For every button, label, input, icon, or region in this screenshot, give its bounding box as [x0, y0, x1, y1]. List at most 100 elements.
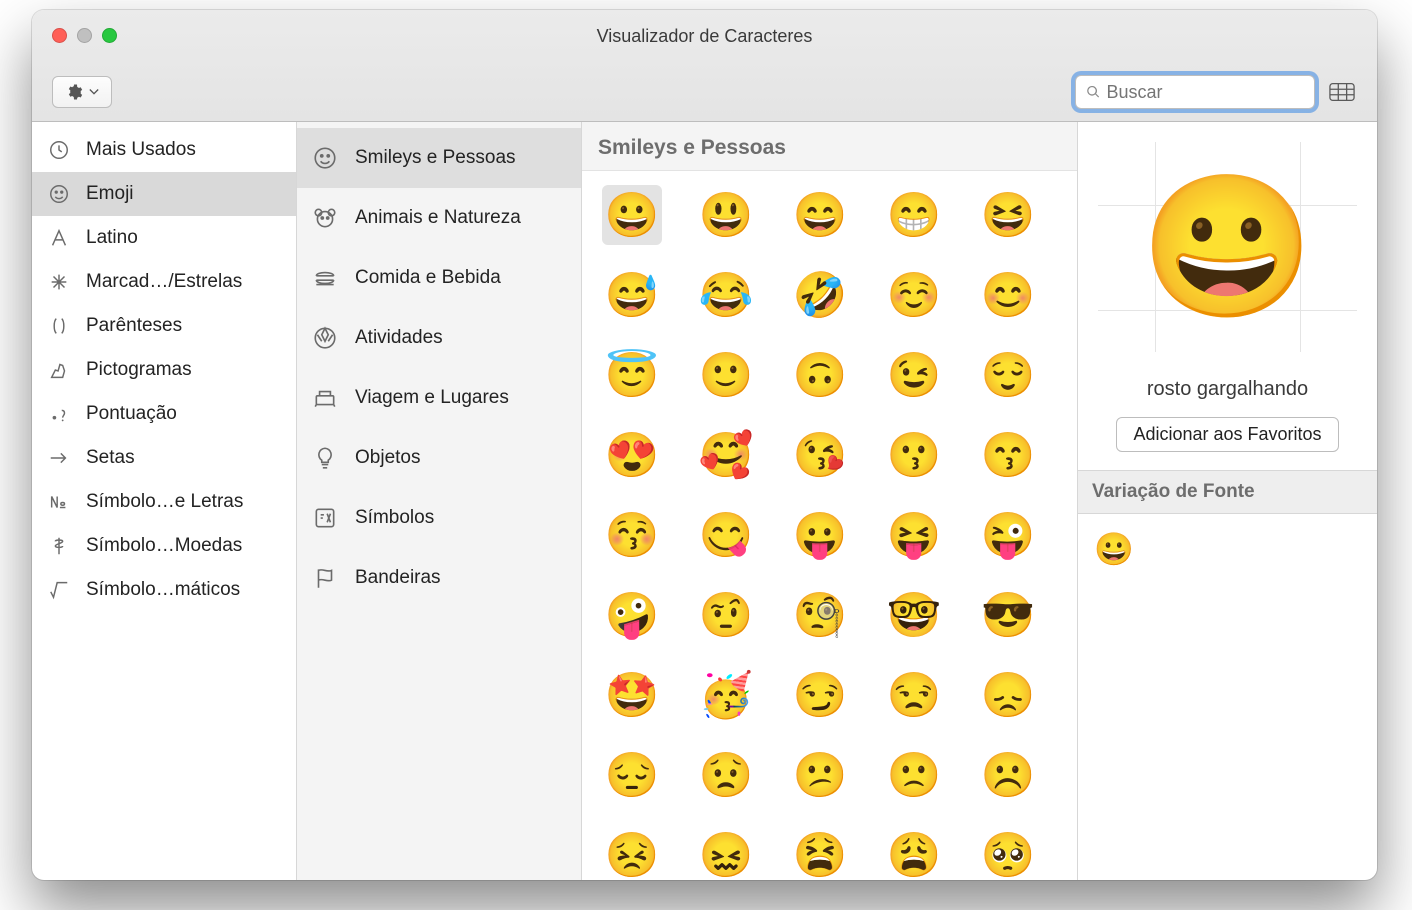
font-variation-item[interactable]: 😀	[1094, 531, 1134, 567]
chevron-down-icon	[89, 88, 99, 96]
sidebar-item-smiley[interactable]: Emoji	[32, 172, 296, 216]
grid-header: Smileys e Pessoas	[582, 122, 1077, 171]
sidebar-item-label: Marcad…/Estrelas	[86, 271, 242, 293]
close-button[interactable]	[52, 28, 67, 43]
emoji-cell[interactable]: 😋	[696, 505, 756, 565]
category-sidebar[interactable]: Mais UsadosEmoji Latino Marcad…/Estrelas Pa…	[32, 122, 297, 880]
emoji-cell[interactable]: 😂	[696, 265, 756, 325]
font-variation-list[interactable]: 😀	[1078, 514, 1377, 584]
emoji-cell[interactable]: 😛	[790, 505, 850, 565]
sidebar-item-punct[interactable]: Pontuação	[32, 392, 296, 436]
emoji-cell[interactable]: 😌	[978, 345, 1038, 405]
window-title: Visualizador de Caracteres	[32, 10, 1377, 47]
emoji-cell[interactable]: 🥰	[696, 425, 756, 485]
sidebar-item-arrow[interactable]: Setas	[32, 436, 296, 480]
body: Mais UsadosEmoji Latino Marcad…/Estrelas Pa…	[32, 122, 1377, 880]
emoji-cell[interactable]: 😔	[602, 745, 662, 805]
sidebar-item-dollar[interactable]: Símbolo…Moedas	[32, 524, 296, 568]
preview-box: 😀	[1078, 122, 1377, 372]
toggle-compact-button[interactable]	[1327, 80, 1357, 104]
zoom-button[interactable]	[102, 28, 117, 43]
emoji-cell[interactable]: 😒	[884, 665, 944, 725]
emoji-cell[interactable]: 😊	[978, 265, 1038, 325]
emoji-cell[interactable]: 😅	[602, 265, 662, 325]
subcategory-item-travel[interactable]: Viagem e Lugares	[297, 368, 581, 428]
search-field[interactable]	[1075, 75, 1315, 109]
emoji-cell[interactable]: 😟	[696, 745, 756, 805]
sidebar-item-hand[interactable]: Pictogramas	[32, 348, 296, 392]
emoji-cell[interactable]: 😃	[696, 185, 756, 245]
character-grid-pane: Smileys e Pessoas 😀 😃 😄 😁 😆 😅 😂 🤣 ☺️ 😊 😇 🙂 🙃 😉 😌 😍 🥰 😘 😗 😙 😚…	[582, 122, 1077, 880]
emoji-cell[interactable]: 😗	[884, 425, 944, 485]
sidebar-item-numero[interactable]: Símbolo…e Letras	[32, 480, 296, 524]
emoji-cell[interactable]: 😉	[884, 345, 944, 405]
emoji-cell[interactable]: 😆	[978, 185, 1038, 245]
emoji-cell[interactable]: 😇	[602, 345, 662, 405]
dollar-icon	[46, 533, 72, 559]
sidebar-item-label: Pontuação	[86, 403, 177, 425]
emoji-cell[interactable]: 😫	[790, 825, 850, 880]
sidebar-item-letterA[interactable]: Latino	[32, 216, 296, 260]
emoji-cell[interactable]: 🤣	[790, 265, 850, 325]
emoji-cell[interactable]: 😕	[790, 745, 850, 805]
emoji-cell[interactable]: 🙂	[696, 345, 756, 405]
emoji-cell[interactable]: 😖	[696, 825, 756, 880]
sidebar-item-asterisk[interactable]: Marcad…/Estrelas	[32, 260, 296, 304]
sidebar-item-label: Pictogramas	[86, 359, 192, 381]
emoji-cell[interactable]: ☹️	[978, 745, 1038, 805]
sidebar-item-label: Latino	[86, 227, 138, 249]
emoji-cell[interactable]: 🤩	[602, 665, 662, 725]
emoji-cell[interactable]: 🤨	[696, 585, 756, 645]
minimize-button[interactable]	[77, 28, 92, 43]
asterisk-icon	[46, 269, 72, 295]
character-viewer-window: Visualizador de Caracteres Mais UsadosEm…	[32, 10, 1377, 880]
arrow-icon	[46, 445, 72, 471]
sidebar-item-root[interactable]: Símbolo…máticos	[32, 568, 296, 612]
emoji-cell[interactable]: 😁	[884, 185, 944, 245]
emoji-cell[interactable]: 😘	[790, 425, 850, 485]
subcategory-item-burger[interactable]: Comida e Bebida	[297, 248, 581, 308]
add-to-favorites-button[interactable]: Adicionar aos Favoritos	[1116, 417, 1338, 452]
parens-icon	[46, 313, 72, 339]
subcategory-item-label: Comida e Bebida	[355, 267, 501, 289]
emoji-cell[interactable]: 😎	[978, 585, 1038, 645]
subcategory-item-symbols[interactable]: Símbolos	[297, 488, 581, 548]
subcategory-item-bear[interactable]: Animais e Natureza	[297, 188, 581, 248]
emoji-cell[interactable]: 😣	[602, 825, 662, 880]
sidebar-item-label: Símbolo…Moedas	[86, 535, 242, 557]
emoji-cell[interactable]: 😜	[978, 505, 1038, 565]
emoji-cell[interactable]: 🤪	[602, 585, 662, 645]
emoji-grid[interactable]: 😀 😃 😄 😁 😆 😅 😂 🤣 ☺️ 😊 😇 🙂 🙃 😉 😌 😍 🥰 😘 😗 😙 😚 😋 😛 😝 😜 🤪 🤨 🧐 🤓 😎 🤩 🥳 😏 😒 😞 😔 😟 😕 🙁…	[582, 171, 1077, 880]
emoji-cell[interactable]: 🙁	[884, 745, 944, 805]
subcategory-item-bulb[interactable]: Objetos	[297, 428, 581, 488]
search-input[interactable]	[1107, 82, 1305, 103]
emoji-cell[interactable]: 😝	[884, 505, 944, 565]
emoji-cell[interactable]: 😍	[602, 425, 662, 485]
subcategory-sidebar[interactable]: Smileys e Pessoas Animais e Natureza Comid…	[297, 122, 582, 880]
flag-icon	[311, 564, 339, 592]
emoji-cell[interactable]: 😏	[790, 665, 850, 725]
subcategory-item-label: Smileys e Pessoas	[355, 147, 516, 169]
emoji-cell[interactable]: 😞	[978, 665, 1038, 725]
emoji-cell[interactable]: 🙃	[790, 345, 850, 405]
emoji-cell[interactable]: ☺️	[884, 265, 944, 325]
travel-icon	[311, 384, 339, 412]
emoji-cell[interactable]: 🤓	[884, 585, 944, 645]
sidebar-item-parens[interactable]: Parênteses	[32, 304, 296, 348]
emoji-cell[interactable]: 😙	[978, 425, 1038, 485]
emoji-cell[interactable]: 🥺	[978, 825, 1038, 880]
bear-icon	[311, 204, 339, 232]
titlebar: Visualizador de Caracteres	[32, 10, 1377, 122]
subcategory-item-smiley[interactable]: Smileys e Pessoas	[297, 128, 581, 188]
emoji-cell[interactable]: 🥳	[696, 665, 756, 725]
emoji-cell[interactable]: 😀	[602, 185, 662, 245]
emoji-cell[interactable]: 🧐	[790, 585, 850, 645]
hand-icon	[46, 357, 72, 383]
sidebar-item-clock[interactable]: Mais Usados	[32, 128, 296, 172]
settings-menu-button[interactable]	[52, 76, 112, 108]
subcategory-item-ball[interactable]: Atividades	[297, 308, 581, 368]
subcategory-item-flag[interactable]: Bandeiras	[297, 548, 581, 608]
emoji-cell[interactable]: 😄	[790, 185, 850, 245]
emoji-cell[interactable]: 😚	[602, 505, 662, 565]
emoji-cell[interactable]: 😩	[884, 825, 944, 880]
